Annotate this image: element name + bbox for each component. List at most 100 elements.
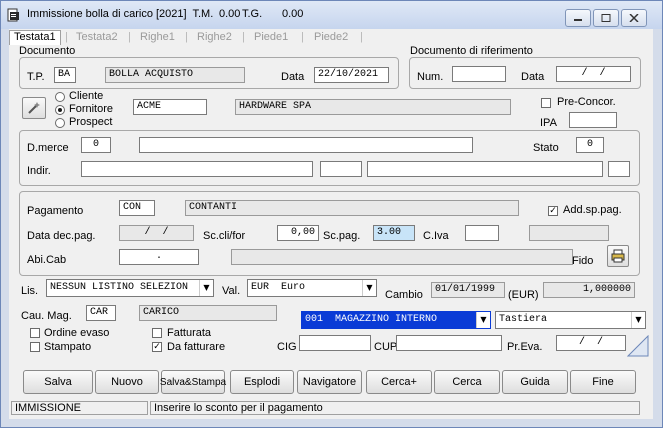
tab-piede2[interactable]: Piede2	[314, 31, 348, 43]
cig-field[interactable]	[299, 335, 371, 351]
da-fatturare-checkbox[interactable]: ✓	[152, 342, 162, 352]
banca-desc-field	[231, 249, 573, 265]
tab-righe1[interactable]: Righe1	[140, 31, 175, 43]
navigatore-button[interactable]: Navigatore	[297, 370, 362, 394]
causale-code-field[interactable]: CAR	[86, 305, 116, 321]
radio-fornitore[interactable]	[55, 105, 65, 115]
tab-separator: |	[128, 31, 131, 43]
preva-label: Pr.Eva.	[507, 341, 543, 353]
civa-field[interactable]	[465, 225, 499, 241]
tab-separator: |	[360, 31, 363, 43]
ipa-field[interactable]	[569, 112, 617, 128]
radio-prospect[interactable]	[55, 118, 65, 128]
radio-cliente[interactable]	[55, 92, 65, 102]
riferimento-data-label: Data	[521, 71, 545, 83]
title-bar: Immissione bolla di carico [2021] T.M. 0…	[1, 1, 662, 29]
tp-code-field[interactable]: BA	[54, 67, 76, 83]
stampato-checkbox[interactable]	[30, 342, 40, 352]
cambio-date-field: 01/01/1999	[431, 282, 505, 298]
close-button[interactable]	[621, 9, 647, 27]
tab-separator: |	[242, 31, 245, 43]
wand-icon	[28, 102, 40, 114]
dmerce-label: D.merce	[27, 142, 69, 154]
magazzino-dropdown[interactable]: 001 MAGAZZINO INTERNO ▼	[301, 311, 491, 329]
magazzino-value: 001 MAGAZZINO INTERNO	[305, 314, 438, 325]
tab-strip: Testata1 | Testata2 | Righe1 | Righe2 | …	[9, 30, 653, 45]
tab-separator: |	[65, 31, 68, 43]
app-window: Immissione bolla di carico [2021] T.M. 0…	[0, 0, 663, 428]
tab-separator: |	[301, 31, 304, 43]
tab-testata2[interactable]: Testata2	[76, 31, 118, 43]
tab-testata1[interactable]: Testata1	[9, 30, 61, 45]
indir-label: Indir.	[27, 165, 51, 177]
abicab-field[interactable]: .	[119, 249, 199, 265]
sccli-field[interactable]: 0,00	[277, 225, 319, 241]
esplodi-button[interactable]: Esplodi	[230, 370, 294, 394]
tab-piede1[interactable]: Piede1	[254, 31, 288, 43]
chevron-down-icon: ▼	[199, 280, 213, 296]
addsp-checkbox[interactable]: ✓	[548, 206, 558, 216]
num-field[interactable]	[452, 66, 506, 82]
scpag-label: Sc.pag.	[323, 230, 361, 242]
status-message: Inserire lo sconto per il pagamento	[150, 401, 640, 415]
cerca-button[interactable]: Cerca	[434, 370, 500, 394]
da-fatturare-label: Da fatturare	[167, 341, 226, 353]
datadec-label: Data dec.pag.	[27, 230, 96, 242]
provincia-field[interactable]	[608, 161, 630, 177]
data-field[interactable]: 22/10/2021	[314, 67, 389, 83]
stato-label: Stato	[533, 142, 559, 154]
cap-field[interactable]	[320, 161, 362, 177]
dmerce-desc-field[interactable]	[139, 137, 473, 153]
tastiera-value: Tastiera	[499, 314, 548, 325]
sccli-label: Sc.cli/for	[203, 230, 246, 242]
chevron-down-icon: ▼	[362, 280, 376, 296]
nuovo-button[interactable]: Nuovo	[95, 370, 159, 394]
val-label: Val.	[222, 285, 241, 297]
resize-grip-icon[interactable]	[627, 335, 649, 357]
tp-label: T.P.	[27, 71, 45, 83]
cerca-plus-button[interactable]: Cerca+	[366, 370, 432, 394]
scpag-field[interactable]: 3.00	[373, 225, 415, 241]
ordine-evaso-label: Ordine evaso	[44, 327, 110, 339]
tp-description-field: BOLLA ACQUISTO	[105, 67, 245, 83]
tastiera-dropdown[interactable]: Tastiera ▼	[495, 311, 646, 329]
close-icon	[629, 14, 639, 22]
soggetto-code-field[interactable]: ACME	[133, 99, 207, 115]
cambio-label: Cambio	[385, 289, 423, 301]
abicab-label: Abi.Cab	[27, 254, 67, 266]
num-label: Num.	[417, 71, 444, 83]
dmerce-code-field[interactable]: 0	[81, 137, 111, 153]
preconcor-checkbox[interactable]	[541, 98, 551, 108]
listino-dropdown[interactable]: NESSUN LISTINO SELEZION ▼	[46, 279, 214, 297]
civa-desc-field	[529, 225, 609, 241]
pagamento-label: Pagamento	[27, 205, 84, 217]
fatturata-checkbox[interactable]	[152, 328, 162, 338]
salva-button[interactable]: Salva	[23, 370, 93, 394]
stato-field[interactable]: 0	[576, 137, 604, 153]
maximize-button[interactable]	[593, 9, 619, 27]
salva-stampa-button[interactable]: Salva&Stampa	[160, 370, 226, 394]
tab-separator: |	[185, 31, 188, 43]
stampato-label: Stampato	[44, 341, 92, 353]
chevron-down-icon: ▼	[476, 312, 490, 328]
riferimento-data-field[interactable]: / /	[556, 66, 631, 82]
documento-group-label: Documento	[19, 45, 76, 57]
ordine-evaso-checkbox[interactable]	[30, 328, 40, 338]
guida-button[interactable]: Guida	[502, 370, 568, 394]
chevron-down-icon: ▼	[631, 312, 645, 328]
valuta-dropdown[interactable]: EUR Euro ▼	[247, 279, 377, 297]
fine-button[interactable]: Fine	[570, 370, 636, 394]
minimize-icon	[574, 19, 582, 21]
search-soggetto-button[interactable]	[22, 97, 46, 119]
localita-field[interactable]	[367, 161, 603, 177]
cup-field[interactable]	[396, 335, 502, 351]
printer-icon	[611, 249, 625, 263]
pagamento-code-field[interactable]: CON	[119, 200, 155, 216]
indirizzo-field[interactable]	[81, 161, 313, 177]
fido-button[interactable]	[607, 245, 629, 267]
riferimento-group-label: Documento di riferimento	[410, 45, 533, 57]
tab-righe2[interactable]: Righe2	[197, 31, 232, 43]
document-icon	[7, 8, 21, 22]
minimize-button[interactable]	[565, 9, 591, 27]
preva-field[interactable]: / /	[556, 335, 626, 351]
